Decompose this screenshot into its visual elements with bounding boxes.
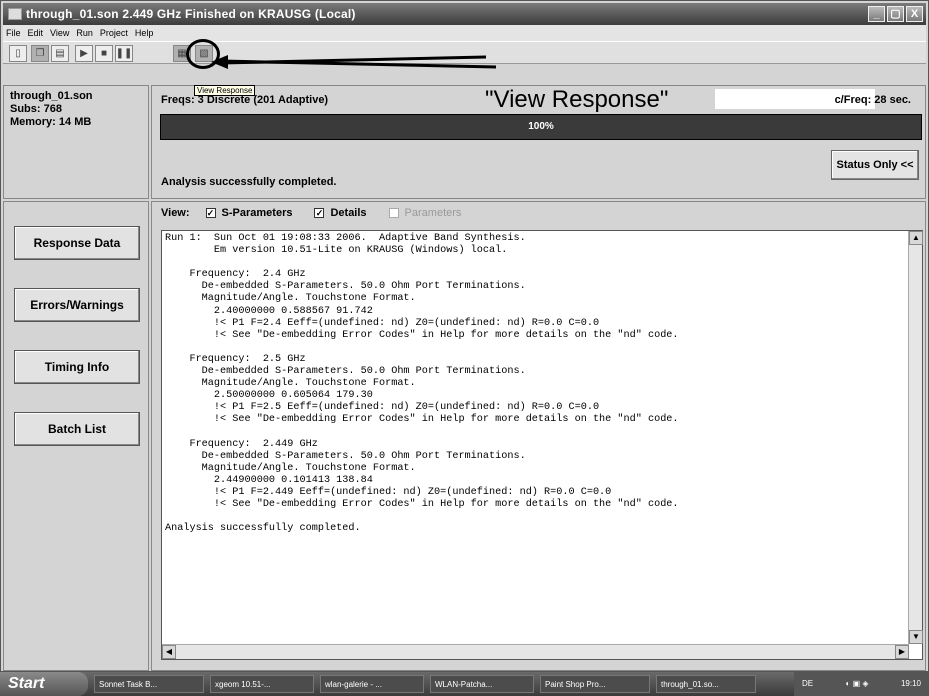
parameters-checkbox: Parameters [388, 207, 462, 219]
details-label: Details [330, 207, 367, 219]
close-button[interactable]: X [906, 6, 923, 22]
response-output-textarea[interactable]: Run 1: Sun Oct 01 19:08:33 2006. Adaptiv… [161, 230, 923, 660]
horizontal-scrollbar[interactable]: ◀ ▶ [162, 644, 909, 659]
analysis-status-message: Analysis successfully completed. [161, 176, 337, 188]
window-controls: _ ▢ X [868, 6, 923, 22]
timing-info-button[interactable]: Timing Info [14, 350, 140, 384]
project-file-name: through_01.son [10, 90, 93, 102]
progress-bar: 100% [160, 114, 922, 140]
window-title: through_01.son 2.449 GHz Finished on KRA… [26, 7, 356, 21]
taskbar-item-paint-shop-pro[interactable]: Paint Shop Pro... [540, 675, 650, 693]
taskbar-item-xgeom[interactable]: xgeom 10.51-... [210, 675, 314, 693]
menu-view[interactable]: View [50, 28, 69, 38]
taskbar-item-sonnet-task[interactable]: Sonnet Task B... [94, 675, 204, 693]
response-panel: View: ✓ S-Parameters ✓ Details Parameter… [151, 201, 926, 671]
scroll-left-icon[interactable]: ◀ [162, 645, 176, 659]
vertical-scrollbar[interactable]: ▲ ▼ [908, 231, 923, 644]
run-icon[interactable]: ▶ [75, 45, 93, 62]
system-tray: DE ◐ ▣ ◈ 19:10 [794, 672, 929, 696]
start-button[interactable]: Start [0, 672, 88, 696]
title-bar[interactable]: through_01.son 2.449 GHz Finished on KRA… [3, 3, 926, 25]
scroll-up-icon[interactable]: ▲ [909, 231, 923, 245]
arrow-annotation [211, 55, 497, 69]
minimize-button[interactable]: _ [868, 6, 885, 22]
sidebar: Response Data Errors/Warnings Timing Inf… [3, 201, 149, 671]
menu-file[interactable]: File [6, 28, 21, 38]
parameters-label: Parameters [404, 207, 462, 219]
progress-text: 100% [528, 121, 554, 132]
view-options: View: ✓ S-Parameters ✓ Details Parameter… [161, 207, 483, 219]
taskbar-item-through-01[interactable]: through_01.so... [656, 675, 756, 693]
taskbar-item-wlan-patcha[interactable]: WLAN-Patcha... [430, 675, 534, 693]
menu-bar: File Edit View Run Project Help [3, 25, 926, 41]
taskbar-item-wlan-galerie[interactable]: wlan-galerie - ... [320, 675, 424, 693]
menu-edit[interactable]: Edit [28, 28, 44, 38]
scroll-right-icon[interactable]: ▶ [895, 645, 909, 659]
status-panel: Freqs: 3 Discrete (201 Adaptive) "View R… [151, 85, 926, 199]
details-checkbox[interactable]: ✓ Details [314, 207, 367, 219]
errors-warnings-button[interactable]: Errors/Warnings [14, 288, 140, 322]
menu-project[interactable]: Project [100, 28, 128, 38]
tray-icons[interactable]: ◐ ▣ ◈ [846, 672, 869, 696]
menu-run[interactable]: Run [76, 28, 93, 38]
view-response-annotation: "View Response" [485, 86, 669, 113]
main-window: through_01.son 2.449 GHz Finished on KRA… [0, 0, 929, 672]
status-only-button[interactable]: Status Only << [831, 150, 919, 180]
paste-icon[interactable]: ▤ [51, 45, 69, 62]
maximize-button[interactable]: ▢ [887, 6, 904, 22]
memory-usage: Memory: 14 MB [10, 116, 92, 128]
subsections-count: Subs: 768 [10, 103, 62, 115]
taskbar: Start Sonnet Task B... xgeom 10.51-... w… [0, 672, 929, 696]
checkbox-unchecked-icon [388, 208, 399, 218]
view-response-tooltip: View Response [194, 85, 256, 96]
scroll-down-icon[interactable]: ▼ [909, 630, 923, 644]
response-output-text: Run 1: Sun Oct 01 19:08:33 2006. Adaptiv… [165, 233, 679, 535]
project-info-panel: through_01.son Subs: 768 Memory: 14 MB [3, 85, 149, 199]
time-per-frequency: c/Freq: 28 sec. [834, 94, 911, 106]
new-icon[interactable]: ▯ [9, 45, 27, 62]
s-parameters-checkbox[interactable]: ✓ S-Parameters [205, 207, 293, 219]
batch-list-button[interactable]: Batch List [14, 412, 140, 446]
view-label: View: [161, 207, 190, 219]
checkbox-checked-icon: ✓ [314, 208, 325, 218]
language-indicator[interactable]: DE [802, 672, 813, 696]
response-data-button[interactable]: Response Data [14, 226, 140, 260]
menu-help[interactable]: Help [135, 28, 154, 38]
pause-icon[interactable]: ❚❚ [115, 45, 133, 62]
app-icon [8, 8, 22, 20]
s-parameters-label: S-Parameters [221, 207, 293, 219]
stop-icon[interactable]: ■ [95, 45, 113, 62]
clock: 19:10 [900, 679, 921, 688]
copy-icon[interactable]: ❐ [31, 45, 49, 62]
checkbox-checked-icon: ✓ [205, 208, 216, 218]
